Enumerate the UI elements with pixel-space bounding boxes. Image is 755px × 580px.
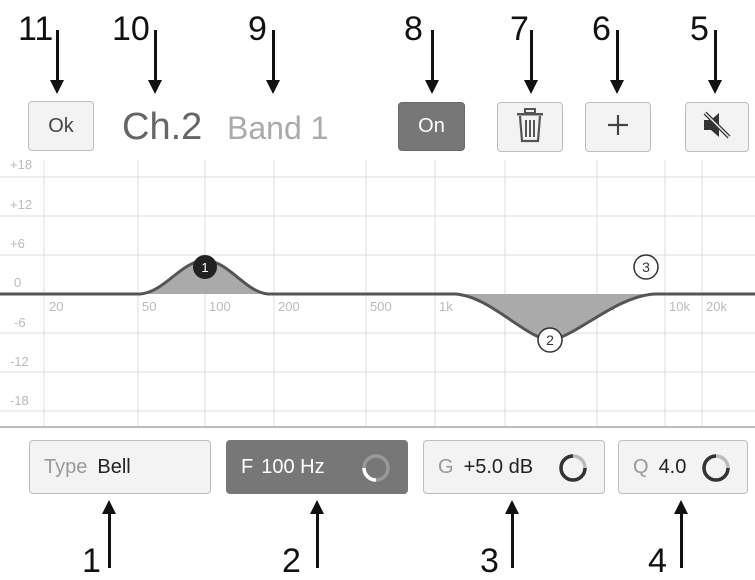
freq-label-100: 100 (209, 299, 231, 314)
callout-6: 6 (592, 10, 611, 48)
gain-label: G (438, 455, 454, 478)
callout-3: 3 (480, 542, 499, 580)
on-toggle-label: On (418, 115, 445, 137)
q-value: 4.0 (658, 455, 687, 478)
band-title: Band 1 (227, 110, 329, 146)
callout-7: 7 (510, 10, 529, 48)
band-marker-3-label: 3 (642, 259, 650, 275)
freq-label-1k: 1k (439, 299, 453, 314)
frequency-knob-icon (361, 453, 391, 489)
ok-button-label: Ok (48, 114, 74, 137)
freq-label-500: 500 (370, 299, 392, 314)
callout-2: 2 (282, 542, 301, 580)
add-band-button[interactable] (585, 102, 651, 152)
band-marker-2-label: 2 (546, 332, 554, 348)
callout-9: 9 (248, 10, 267, 48)
callout-4: 4 (648, 542, 667, 580)
eq-graph[interactable]: +18 +12 +6 0 -6 -12 -18 20 50 100 200 50… (0, 160, 755, 428)
band-marker-3[interactable]: 3 (633, 254, 659, 280)
callout-10: 10 (112, 10, 150, 48)
gain-control[interactable]: G +5.0 dB (423, 440, 605, 494)
channel-title: Ch.2 (122, 106, 203, 148)
filter-type-selector[interactable]: Type Bell (29, 440, 211, 494)
frequency-label: F (241, 455, 254, 478)
frequency-value: 100 Hz (261, 455, 325, 478)
gain-knob-icon (558, 453, 588, 489)
freq-label-10k: 10k (669, 299, 690, 314)
q-knob-icon (701, 453, 731, 489)
ok-button[interactable]: Ok (28, 101, 94, 151)
frequency-control[interactable]: F 100 Hz (226, 440, 408, 494)
freq-label-20: 20 (49, 299, 63, 314)
trash-icon (515, 107, 545, 148)
callout-11: 11 (18, 10, 54, 48)
gain-label-0: 0 (14, 275, 21, 290)
graph-bottom-divider (0, 426, 755, 428)
callout-8: 8 (404, 10, 423, 48)
gain-label-plus18: +18 (10, 160, 32, 172)
speaker-mute-icon (701, 110, 733, 145)
gain-label-minus18: -18 (10, 393, 29, 408)
delete-band-button[interactable] (497, 102, 563, 152)
gain-value: +5.0 dB (463, 455, 534, 478)
gain-label-plus12: +12 (10, 197, 32, 212)
plus-icon (606, 113, 630, 142)
freq-label-20k: 20k (706, 299, 727, 314)
band-on-toggle[interactable]: On (398, 102, 465, 151)
mute-button[interactable] (685, 102, 749, 152)
freq-label-200: 200 (278, 299, 300, 314)
q-label: Q (633, 455, 649, 478)
type-value: Bell (97, 455, 131, 478)
gain-label-plus6: +6 (10, 236, 25, 251)
band-marker-1-label: 1 (201, 260, 208, 275)
type-label: Type (44, 455, 88, 478)
band-marker-2[interactable]: 2 (537, 327, 563, 353)
gain-label-minus6: -6 (14, 315, 26, 330)
callout-1: 1 (82, 542, 101, 580)
gain-label-minus12: -12 (10, 354, 29, 369)
freq-label-50: 50 (142, 299, 156, 314)
callout-5: 5 (690, 10, 709, 48)
band-marker-1[interactable]: 1 (193, 255, 217, 279)
q-control[interactable]: Q 4.0 (618, 440, 748, 494)
